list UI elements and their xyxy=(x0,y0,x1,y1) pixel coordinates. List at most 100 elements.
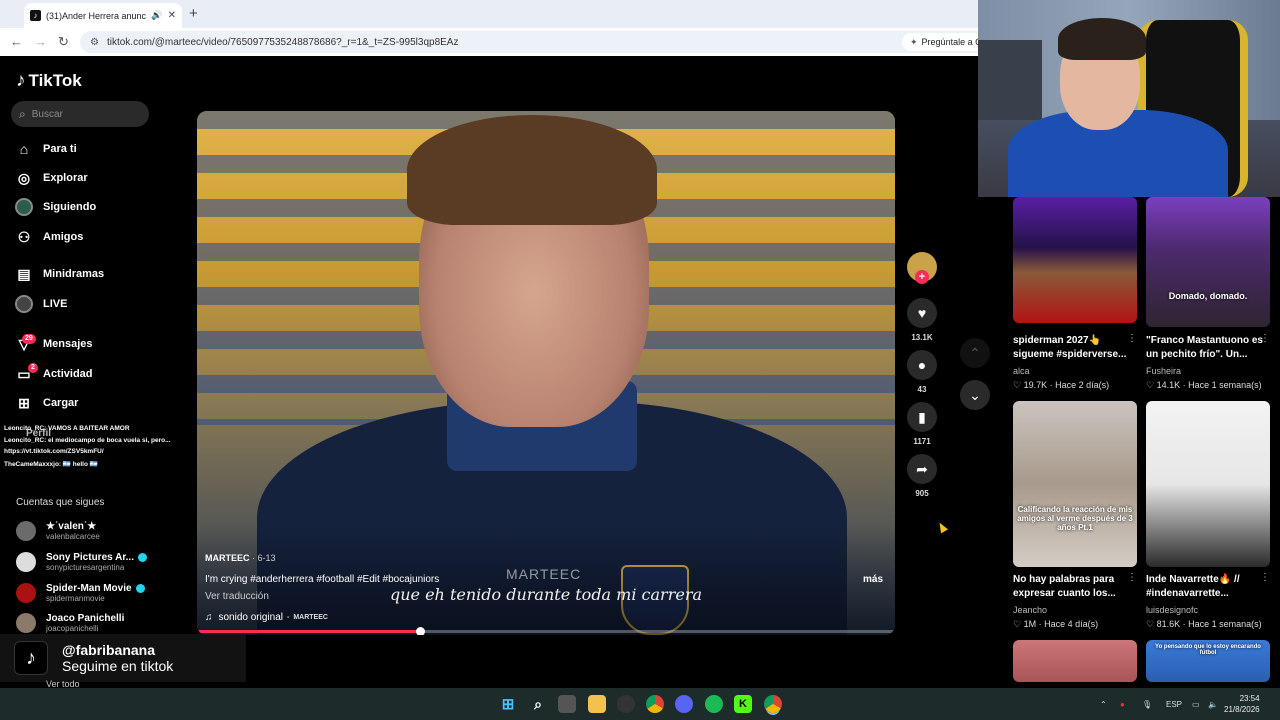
spotify-icon[interactable] xyxy=(705,695,723,713)
nav-siguiendo[interactable]: Siguiendo xyxy=(15,197,96,217)
follow-plus-icon[interactable]: + xyxy=(915,270,929,284)
logo-text: TikTok xyxy=(28,71,82,90)
video-thumbnail[interactable] xyxy=(1146,401,1270,567)
like-count: 13.1K xyxy=(911,333,933,342)
microphone-icon[interactable]: 🎙 xyxy=(1142,700,1152,709)
language-indicator[interactable]: ESP xyxy=(1166,700,1182,709)
nav-live[interactable]: LIVE xyxy=(15,294,67,314)
video-progress-bar[interactable] xyxy=(197,627,895,635)
tray-app-icon[interactable]: ● xyxy=(1120,700,1125,709)
following-item[interactable]: Spider-Man Movie spidermanmovie xyxy=(16,581,145,605)
nav-label: Actividad xyxy=(43,368,93,380)
sound-row[interactable]: ♫ sonido original - MARTEEC xyxy=(205,612,328,623)
stream-alert-toast: ♪ @fabribanana Seguime en tiktok xyxy=(0,634,246,682)
search-icon: ⌕ xyxy=(19,106,26,121)
card-title[interactable]: "Franco Mastantuono es un pechito frío".… xyxy=(1146,334,1270,362)
comment-button[interactable]: ● 43 xyxy=(906,350,938,394)
video-player[interactable]: MARTEEC que eh tenido durante toda mi ca… xyxy=(197,111,895,635)
site-info-icon[interactable]: ⚙ xyxy=(90,37,99,48)
new-tab-button[interactable]: + xyxy=(189,5,198,22)
nav-cargar[interactable]: ⊞ Cargar xyxy=(15,393,78,413)
volume-icon[interactable]: 🔈 xyxy=(1208,700,1218,709)
video-thumbnail[interactable] xyxy=(1013,197,1137,323)
more-link[interactable]: más xyxy=(863,574,883,585)
nav-label: Para ti xyxy=(43,143,77,155)
nav-para-ti[interactable]: ⌂ Para ti xyxy=(15,139,77,159)
reload-icon[interactable]: ↻ xyxy=(58,34,69,50)
speaker-icon[interactable]: 🔊 xyxy=(151,10,162,21)
card-age: Hace 1 semana(s) xyxy=(1188,380,1262,390)
card-age: Hace 4 día(s) xyxy=(1044,619,1099,629)
system-clock[interactable]: 23:54 21/8/2026 xyxy=(1224,693,1260,715)
nav-minidramas[interactable]: ▤ Minidramas xyxy=(15,264,104,284)
back-icon[interactable]: ← xyxy=(10,34,23,49)
following-item[interactable]: ★˙valen˙★ valenbalcarcee xyxy=(16,519,100,543)
more-options-icon[interactable]: ⋮ xyxy=(1260,572,1270,583)
like-button[interactable]: ♥ 13.1K xyxy=(906,298,938,342)
video-thumbnail[interactable]: Domado, domado. xyxy=(1146,197,1270,327)
more-options-icon[interactable]: ⋮ xyxy=(1127,333,1137,344)
verified-icon xyxy=(138,553,147,562)
video-thumbnail[interactable] xyxy=(1013,640,1137,682)
sound-author[interactable]: MARTEEC xyxy=(293,614,328,621)
gemini-button[interactable]: ✦ Pregúntale a G xyxy=(902,33,991,51)
discord-icon[interactable] xyxy=(675,695,693,713)
sound-name[interactable]: sonido original xyxy=(219,612,284,623)
video-thumbnail[interactable]: Yo pensando que lo estoy encarando fútbo… xyxy=(1146,640,1270,682)
friends-icon: ⚇ xyxy=(17,228,31,245)
following-handle: joacopanichelli xyxy=(46,624,99,633)
tiktok-logo[interactable]: ♪ TikTok xyxy=(16,70,82,92)
tray-chevron-icon[interactable]: ⌃ xyxy=(1100,700,1107,709)
video-author[interactable]: MARTEEC xyxy=(205,553,250,563)
chrome-icon[interactable] xyxy=(646,695,664,713)
see-translation-link[interactable]: Ver traducción xyxy=(205,591,269,602)
clock-time: 23:54 xyxy=(1239,694,1260,703)
nav-explorar[interactable]: ◎ Explorar xyxy=(15,168,88,188)
following-handle: spidermanmovie xyxy=(46,594,105,603)
search-icon[interactable]: ⌕ xyxy=(529,695,547,713)
nav-label: Minidramas xyxy=(43,268,105,280)
nav-actividad[interactable]: ▭ Actividad xyxy=(15,364,93,384)
card-title[interactable]: Inde Navarrette🔥 // #indenavarrette... xyxy=(1146,573,1270,601)
card-title[interactable]: spiderman 2027👆 sigueme #spiderverse... xyxy=(1013,334,1137,362)
card-user[interactable]: luisdesignofc xyxy=(1146,605,1198,615)
network-icon[interactable]: ▭ xyxy=(1192,700,1200,709)
kick-icon[interactable]: K xyxy=(734,695,752,713)
card-user[interactable]: alca xyxy=(1013,366,1030,376)
progress-knob[interactable] xyxy=(416,627,426,635)
forward-icon[interactable]: → xyxy=(34,34,47,49)
video-author-row[interactable]: MARTEEC · 6-13 xyxy=(205,553,276,563)
save-button[interactable]: ▮ 1171 xyxy=(906,402,938,446)
tiktok-logo-icon: ♪ xyxy=(14,641,48,675)
tiktok-favicon-icon: ♪ xyxy=(30,10,41,21)
video-person-hair xyxy=(407,115,657,225)
browser-tab[interactable]: ♪ (31)Ander Herrera anuncia 🔊 ✕ xyxy=(24,3,182,28)
card-user[interactable]: Jeancho xyxy=(1013,605,1047,615)
nav-label: Cargar xyxy=(43,397,79,409)
tab-close-icon[interactable]: ✕ xyxy=(168,10,176,21)
more-options-icon[interactable]: ⋮ xyxy=(1260,333,1270,344)
nav-label: Amigos xyxy=(43,231,84,243)
previous-video-button[interactable]: ⌃ xyxy=(960,338,990,368)
bookmark-icon: ▮ xyxy=(907,402,937,432)
more-options-icon[interactable]: ⋮ xyxy=(1127,572,1137,583)
chrome-active-icon[interactable] xyxy=(764,695,782,713)
avatar xyxy=(16,521,36,541)
search-input[interactable]: ⌕ Buscar xyxy=(11,101,149,127)
following-item[interactable]: Sony Pictures Ar... sonypicturesargentina xyxy=(16,550,147,574)
obs-icon[interactable] xyxy=(617,695,635,713)
next-video-button[interactable]: ⌄ xyxy=(960,380,990,410)
task-view-icon[interactable] xyxy=(558,695,576,713)
following-item[interactable]: Joaco Panichelli joacopanichelli xyxy=(16,611,124,635)
windows-start-icon[interactable]: ⊞ xyxy=(499,695,517,713)
share-button[interactable]: ➦ 905 xyxy=(906,454,938,498)
card-title[interactable]: No hay palabras para expresar cuanto los… xyxy=(1013,573,1137,601)
card-user[interactable]: Fusheira xyxy=(1146,366,1181,376)
url-text[interactable]: tiktok.com/@marteec/video/76509775352488… xyxy=(107,37,459,48)
nav-amigos[interactable]: ⚇ Amigos xyxy=(15,227,84,247)
messages-badge: 29 xyxy=(22,334,36,344)
video-thumbnail[interactable]: Calificando la reacción de mis amigos al… xyxy=(1013,401,1137,567)
streamer-hair xyxy=(1058,18,1146,60)
chat-line: TheCameMaxxxjo: 🇦🇷 hello 🇦🇷 xyxy=(4,461,98,468)
file-explorer-icon[interactable] xyxy=(588,695,606,713)
